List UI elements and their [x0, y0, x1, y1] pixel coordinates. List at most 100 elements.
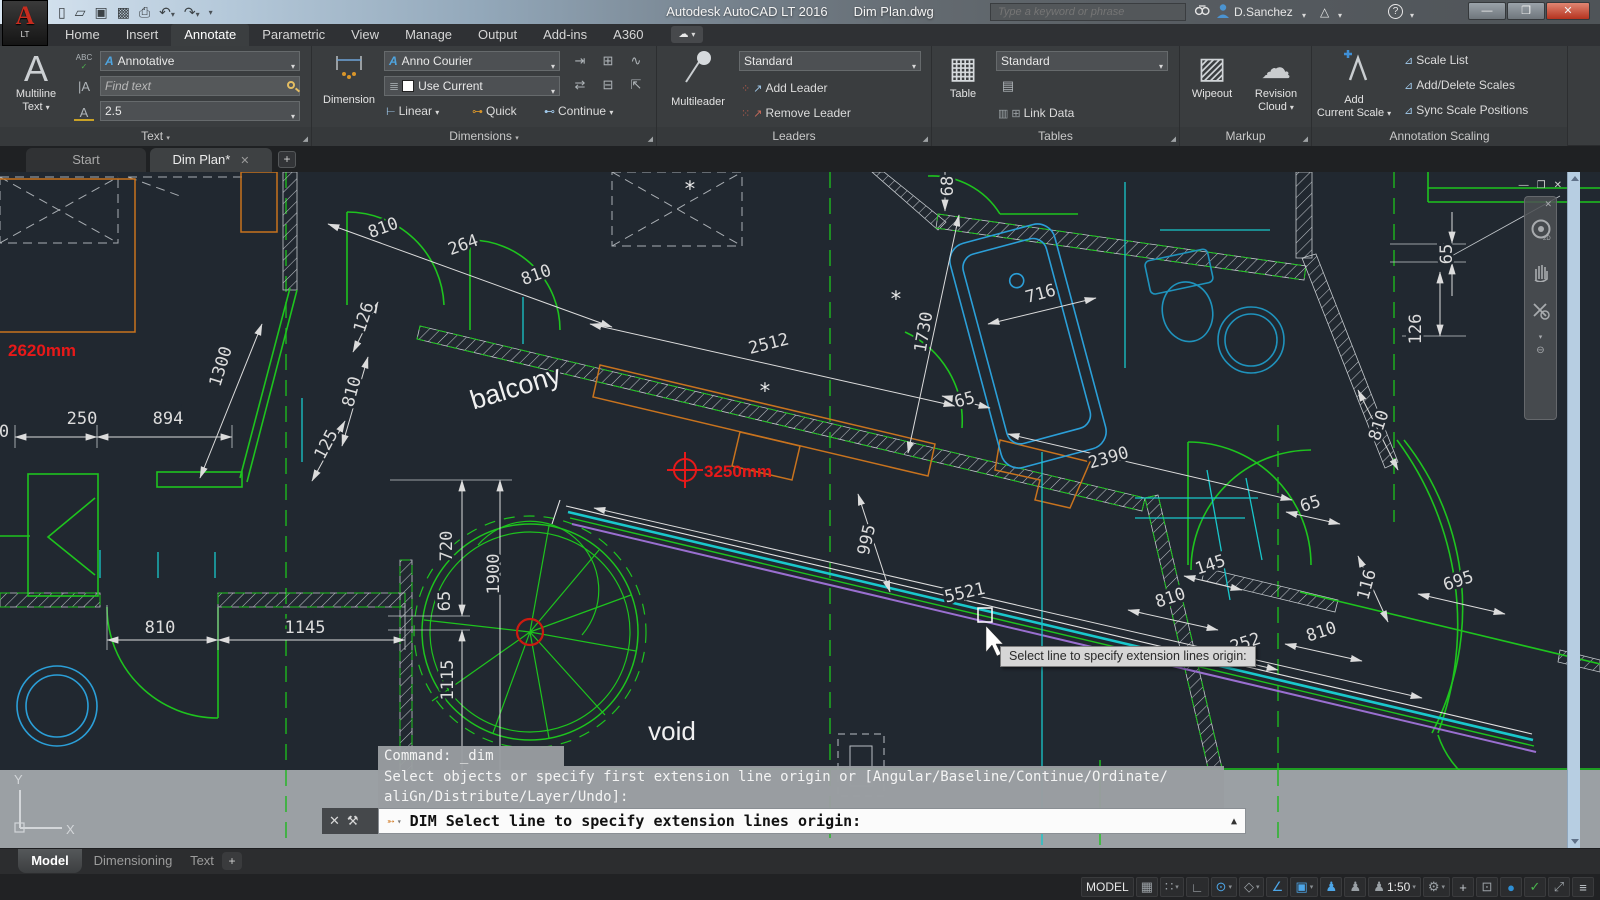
- navbar-collapse-icon[interactable]: ⊖: [1536, 345, 1544, 356]
- add-leader-button[interactable]: ⁘↗Add Leader: [741, 78, 828, 99]
- continue-dimension-button[interactable]: ⊷Continue ▾: [544, 101, 613, 123]
- extract-data-icon[interactable]: ▤: [998, 76, 1018, 96]
- ortho-mode-toggle[interactable]: ∟: [1186, 877, 1209, 897]
- a360-icon[interactable]: △: [1320, 3, 1329, 21]
- wipeout-button[interactable]: ▨ Wipeout: [1182, 50, 1242, 101]
- add-current-scale-button[interactable]: Add Current Scale ▾: [1316, 50, 1392, 120]
- isometric-drafting-toggle-caret-icon[interactable]: ▾: [1256, 883, 1260, 891]
- grid-display-toggle[interactable]: ▦: [1136, 877, 1158, 897]
- text-align-icon[interactable]: |A: [74, 77, 94, 97]
- polar-tracking-toggle-caret-icon[interactable]: ▾: [1228, 883, 1232, 891]
- steering-wheel-icon[interactable]: 2D: [1530, 219, 1552, 246]
- tab-parametric[interactable]: Parametric: [249, 24, 338, 46]
- leaders-dialog-launcher-icon[interactable]: ◢: [923, 135, 928, 143]
- remove-leader-button[interactable]: ⁙↗Remove Leader: [741, 103, 851, 124]
- file-tab-dim-plan[interactable]: Dim Plan*✕: [150, 148, 272, 172]
- annotation-visibility-toggle[interactable]: ♟: [1320, 877, 1342, 897]
- dimension-tool-icon[interactable]: ⇱: [622, 73, 650, 97]
- text-height-dropdown[interactable]: 2.5▾: [100, 101, 300, 121]
- autoscale-toggle[interactable]: ♟: [1344, 877, 1366, 897]
- dimension-tool-icon[interactable]: ⊟: [594, 73, 622, 97]
- help-icon[interactable]: ?: [1388, 4, 1403, 19]
- panel-label-tables[interactable]: Tables: [932, 127, 1179, 146]
- new-drawing-tab-button[interactable]: +: [278, 151, 296, 168]
- dimension-button[interactable]: Dimension: [318, 50, 380, 107]
- close-button[interactable]: ✕: [1546, 2, 1590, 20]
- snap-mode-toggle-caret-icon[interactable]: ▾: [1175, 883, 1179, 891]
- workspace-switching-button-caret-icon[interactable]: ▾: [1441, 883, 1445, 891]
- text-style-dropdown[interactable]: AAnnotative▾: [100, 51, 300, 71]
- dimension-tool-icon[interactable]: ⇄: [566, 73, 594, 97]
- zoom-extents-icon[interactable]: [1531, 301, 1551, 326]
- panel-label-text[interactable]: Text ▾: [0, 127, 311, 146]
- workspace-switching-button[interactable]: ⚙▾: [1423, 877, 1450, 897]
- multileader-button[interactable]: Multileader: [663, 50, 733, 109]
- help-search-input[interactable]: [990, 3, 1186, 21]
- tab-insert[interactable]: Insert: [113, 24, 172, 46]
- maximize-button[interactable]: ❐: [1507, 2, 1545, 20]
- search-binoculars-icon[interactable]: [1194, 3, 1210, 21]
- tab-a360[interactable]: A360: [600, 24, 656, 46]
- drawing-close-icon[interactable]: ✕: [1554, 180, 1562, 196]
- model-space-toggle[interactable]: MODEL: [1081, 877, 1134, 897]
- scale-list-button[interactable]: ⊿Scale List: [1404, 50, 1468, 71]
- layout-tab-dimensioning[interactable]: Dimensioning: [86, 849, 180, 873]
- command-close-icon[interactable]: ✕: [329, 813, 340, 829]
- tab-view[interactable]: View: [338, 24, 392, 46]
- snap-mode-toggle[interactable]: ∷▾: [1160, 877, 1184, 897]
- layout-tab-model[interactable]: Model: [18, 849, 82, 873]
- cloud-connect-button[interactable]: ☁ ▾: [671, 26, 704, 43]
- new-layout-button[interactable]: +: [222, 852, 242, 870]
- command-window-grip[interactable]: ✕ ⚒: [322, 808, 378, 834]
- pan-hand-icon[interactable]: [1531, 260, 1551, 287]
- multiline-text-button[interactable]: A Multiline Text ▾: [4, 50, 68, 114]
- fullscreen-toggle[interactable]: ⤢: [1548, 877, 1570, 897]
- drawing-canvas[interactable]: 8102648101261300810025089412525121730716…: [0, 172, 1600, 848]
- link-data-button[interactable]: ▥⊞Link Data: [998, 103, 1074, 124]
- user-menu-caret-icon[interactable]: ▾: [1302, 7, 1306, 25]
- dimensions-dialog-launcher-icon[interactable]: ◢: [648, 135, 653, 143]
- dim-layer-dropdown[interactable]: ≣Use Current▾: [384, 76, 560, 96]
- dimension-tool-icon[interactable]: ⇥: [566, 49, 594, 73]
- file-tab-start[interactable]: Start: [26, 148, 146, 172]
- navigation-bar[interactable]: ✕ 2D ▾ ⊖: [1524, 196, 1557, 420]
- tables-dialog-launcher-icon[interactable]: ◢: [1171, 135, 1176, 143]
- dim-style-dropdown[interactable]: AAnno Courier▾: [384, 51, 560, 71]
- command-recent-caret-icon[interactable]: ▾: [397, 817, 402, 826]
- check-spelling-icon[interactable]: ABC✓: [74, 51, 94, 71]
- dimension-tool-icon[interactable]: ⊞: [594, 49, 622, 73]
- object-snap-tracking-toggle[interactable]: ∠: [1266, 877, 1288, 897]
- drawing-minimize-icon[interactable]: —: [1519, 180, 1529, 196]
- command-input[interactable]: ➳ ▾ DIM Select line to specify extension…: [378, 808, 1246, 834]
- tab-home[interactable]: Home: [52, 24, 113, 46]
- add-delete-scales-button[interactable]: ⊿Add/Delete Scales: [1404, 75, 1515, 96]
- linear-dimension-button[interactable]: ⊢Linear ▾: [386, 101, 439, 123]
- polar-tracking-toggle[interactable]: ⊙▾: [1211, 877, 1237, 897]
- command-expand-icon[interactable]: ▲: [1231, 816, 1237, 827]
- isolate-objects-button[interactable]: ⊡: [1476, 877, 1498, 897]
- clean-screen-toggle[interactable]: ●: [1500, 877, 1522, 897]
- customization-button[interactable]: ≡: [1572, 877, 1594, 897]
- table-style-dropdown[interactable]: Standard▾: [996, 51, 1168, 71]
- panel-label-leaders[interactable]: Leaders: [657, 127, 931, 146]
- table-button[interactable]: ▦ Table: [936, 50, 990, 101]
- vertical-scrollbar[interactable]: [1567, 172, 1580, 848]
- find-text-input[interactable]: Find text: [100, 76, 300, 96]
- text-dialog-launcher-icon[interactable]: ◢: [303, 135, 308, 143]
- file-tab-close-icon[interactable]: ✕: [240, 155, 249, 167]
- quick-dimension-button[interactable]: ⊶Quick: [472, 101, 517, 122]
- sync-scale-positions-button[interactable]: ⊿Sync Scale Positions: [1404, 100, 1528, 121]
- layout-tab-text[interactable]: Text: [182, 849, 222, 873]
- object-snap-toggle-caret-icon[interactable]: ▾: [1310, 883, 1314, 891]
- tab-addins[interactable]: Add-ins: [530, 24, 600, 46]
- command-tools-icon[interactable]: ⚒: [347, 813, 359, 829]
- navbar-caret-icon[interactable]: ▾: [1539, 333, 1543, 341]
- navbar-close-icon[interactable]: ✕: [1544, 199, 1552, 210]
- tab-annotate[interactable]: Annotate: [171, 24, 249, 46]
- annotation-scale-button-caret-icon[interactable]: ▾: [1412, 883, 1416, 891]
- annotation-monitor-toggle[interactable]: +: [1452, 877, 1474, 897]
- a360-caret-icon[interactable]: ▾: [1338, 7, 1342, 25]
- tab-manage[interactable]: Manage: [392, 24, 465, 46]
- application-menu-button[interactable]: A LT: [2, 0, 48, 46]
- find-text-magnifier-icon[interactable]: [287, 81, 295, 89]
